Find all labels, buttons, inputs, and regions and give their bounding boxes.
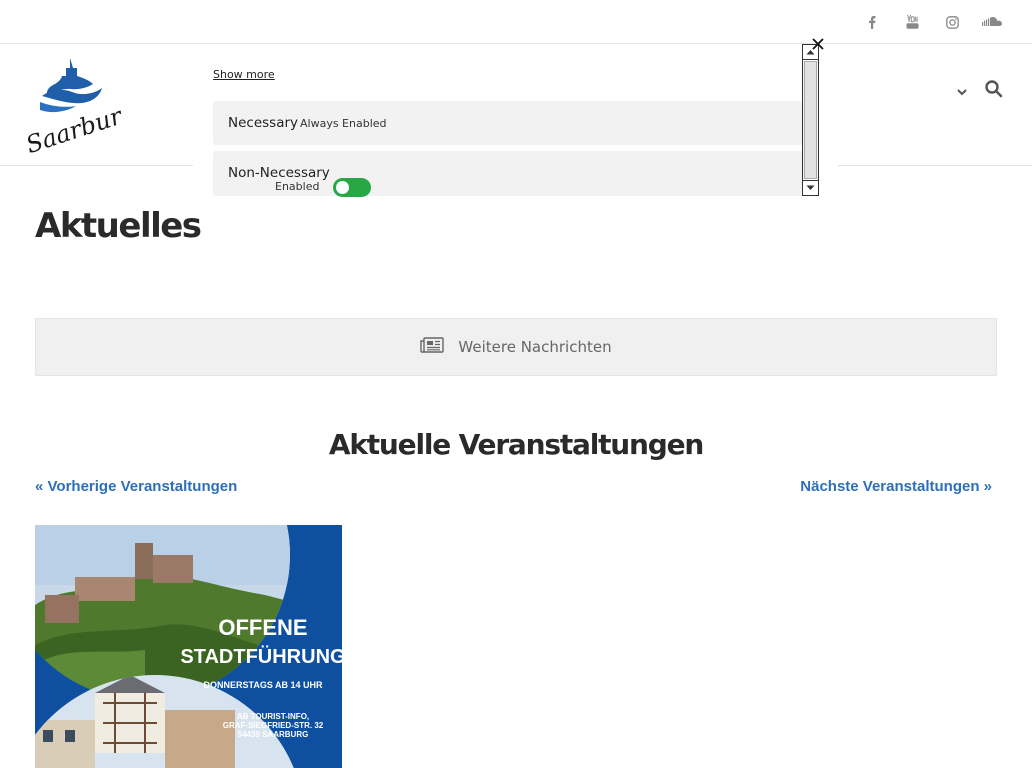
svg-text:DONNERSTAGS AB 14 UHR: DONNERSTAGS AB 14 UHR bbox=[203, 680, 323, 690]
non-necessary-status: Enabled bbox=[275, 180, 320, 193]
search-icon[interactable] bbox=[984, 79, 1004, 99]
svg-text:54439 SAARBURG: 54439 SAARBURG bbox=[238, 730, 309, 739]
svg-text:AB TOURIST-INFO,: AB TOURIST-INFO, bbox=[237, 712, 309, 721]
necessary-status: Always Enabled bbox=[300, 117, 387, 130]
scroll-track[interactable] bbox=[803, 61, 818, 179]
instagram-icon[interactable] bbox=[941, 12, 963, 32]
chevron-down-icon[interactable] bbox=[953, 84, 971, 98]
cookie-panel-scrollbar[interactable] bbox=[802, 44, 819, 196]
events-section-title: Aktuelle Veranstaltungen bbox=[328, 428, 704, 461]
cookie-category-non-necessary[interactable]: Non-Necessary Enabled bbox=[213, 151, 803, 196]
svg-text:OFFENE: OFFENE bbox=[218, 615, 307, 640]
toggle-knob bbox=[336, 181, 349, 194]
site-logo[interactable]: Saarburg bbox=[20, 56, 140, 159]
svg-text:STADTFÜHRUNG: STADTFÜHRUNG bbox=[180, 645, 342, 668]
youtube-icon[interactable] bbox=[901, 12, 923, 32]
non-necessary-label: Non-Necessary bbox=[228, 165, 330, 181]
top-bar bbox=[0, 0, 1032, 44]
next-events-link[interactable]: Nächste Veranstaltungen » bbox=[800, 478, 992, 495]
necessary-label: Necessary bbox=[228, 115, 299, 131]
soundcloud-icon[interactable] bbox=[981, 12, 1003, 32]
non-necessary-toggle[interactable] bbox=[333, 178, 371, 197]
newspaper-icon bbox=[420, 337, 445, 357]
svg-text:Saarburg: Saarburg bbox=[23, 97, 122, 156]
cookie-category-necessary[interactable]: Necessary Always Enabled bbox=[213, 101, 803, 145]
close-icon[interactable] bbox=[810, 36, 826, 52]
event-poster-image[interactable]: OFFENE STADTFÜHRUNG DONNERSTAGS AB 14 UH… bbox=[35, 525, 342, 768]
facebook-icon[interactable] bbox=[861, 12, 883, 32]
svg-text:GRAF-SIEGFRIED-STR. 32: GRAF-SIEGFRIED-STR. 32 bbox=[223, 721, 324, 730]
page-title: Aktuelles bbox=[35, 206, 202, 246]
previous-events-link[interactable]: « Vorherige Veranstaltungen bbox=[35, 478, 237, 495]
scroll-down-arrow-icon[interactable] bbox=[803, 180, 818, 195]
more-news-button[interactable]: Weitere Nachrichten bbox=[35, 318, 997, 376]
more-news-label: Weitere Nachrichten bbox=[458, 338, 612, 356]
show-more-link[interactable]: Show more bbox=[213, 68, 275, 81]
scroll-thumb[interactable] bbox=[804, 61, 817, 179]
